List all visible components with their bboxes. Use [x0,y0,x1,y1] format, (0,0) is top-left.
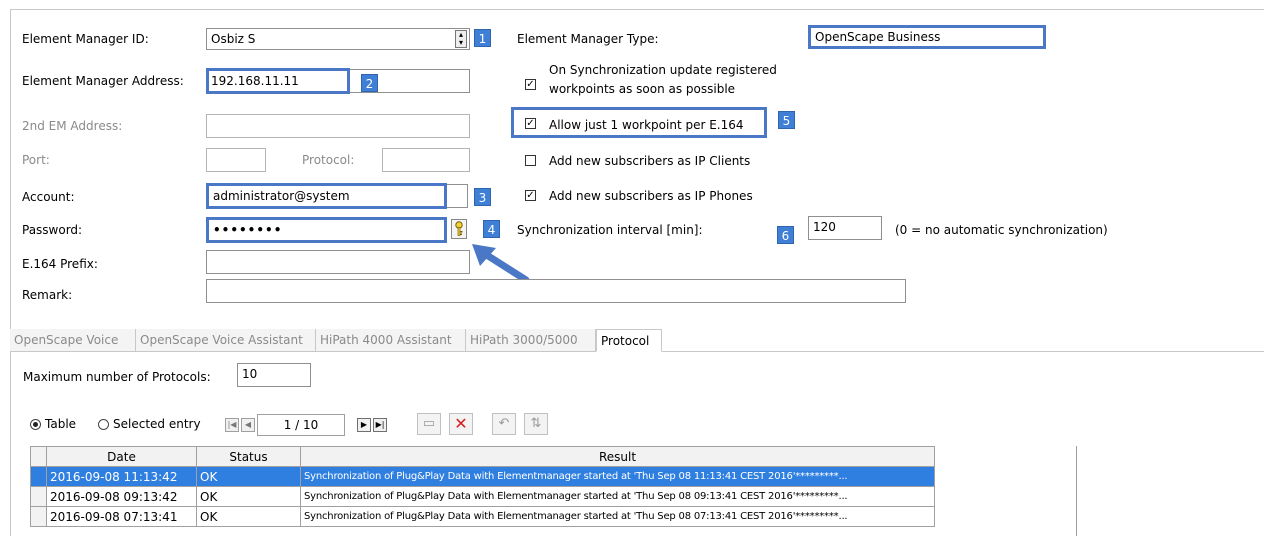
last-page-icon[interactable]: ▶| [373,418,387,432]
em-type-label: Element Manager Type: [517,32,659,46]
sync-interval-value: 120 [813,220,836,234]
prefix-label: E.164 Prefix: [22,257,98,271]
em-address-value: 192.168.11.11 [211,74,299,88]
sync-interval-hint: (0 = no automatic synchronization) [895,223,1108,237]
port-field[interactable] [206,148,266,172]
max-protocols-value: 10 [242,367,258,381]
row-gutter[interactable] [30,486,47,507]
sync-update-checkbox[interactable]: ✓ [525,79,536,90]
dropdown-icon[interactable]: ▴ ▾ [455,30,467,48]
sort-icon[interactable]: ⇅ [524,413,548,435]
account-value: administrator@system [213,189,350,203]
account-label: Account: [22,190,75,204]
badge-4: 4 [483,220,500,238]
first-page-icon[interactable]: |◀ [225,418,239,432]
table-header-row: Date Status Result [30,446,935,467]
em-type-value: OpenScape Business [815,30,941,44]
account-highlight: administrator@system [206,183,447,209]
em-id-value: Osbiz S [211,32,256,46]
max-protocols-field[interactable]: 10 [237,363,311,387]
port-label: Port: [22,153,50,167]
cell-date: 2016-09-08 11:13:42 [46,466,197,487]
cell-status: OK [196,506,301,527]
tab-bar: OpenScape Voice OpenScape Voice Assistan… [10,329,1264,352]
ip-clients-label: Add new subscribers as IP Clients [549,154,751,168]
sync-interval-label: Synchronization interval [min]: [517,223,703,237]
second-address-field[interactable] [206,114,470,138]
cell-date: 2016-09-08 07:13:41 [46,506,197,527]
badge-1: 1 [474,29,491,47]
em-id-label: Element Manager ID: [22,32,149,46]
col-header-date[interactable]: Date [46,446,197,467]
max-protocols-label: Maximum number of Protocols: [23,370,211,384]
cell-result: Synchronization of Plug&Play Data with E… [300,486,935,507]
radio-selected-entry[interactable] [98,419,109,430]
cell-status: OK [196,486,301,507]
col-header-result[interactable]: Result [300,446,935,467]
radio-selected-label: Selected entry [113,417,201,431]
tab-hipath-4000-assistant[interactable]: HiPath 4000 Assistant [316,329,466,351]
cell-status: OK [196,466,301,487]
frame-left-border [10,9,11,536]
cell-result: Synchronization of Plug&Play Data with E… [300,506,935,527]
em-type-field[interactable]: OpenScape Business [808,25,1046,49]
tab-hipath-3000-5000[interactable]: HiPath 3000/5000 [466,329,596,351]
password-highlight: •••••••• [206,217,447,243]
row-gutter[interactable] [30,466,47,487]
radio-table-label: Table [45,417,77,431]
password-value: •••••••• [213,223,283,237]
sync-update-label-1: On Synchronization update registered [549,63,777,77]
protocol-table: Date Status Result 2016-09-08 11:13:42 O… [30,446,935,527]
badge-3: 3 [474,188,491,206]
page-indicator[interactable]: 1 / 10 [257,414,345,436]
prev-page-icon[interactable]: ◀ [241,418,255,432]
protocol-field[interactable] [382,148,470,172]
allow-one-checkbox[interactable]: ✓ [525,118,536,129]
table-row[interactable]: 2016-09-08 11:13:42 OK Synchronization o… [30,466,935,487]
tab-openscape-voice-assistant[interactable]: OpenScape Voice Assistant [136,329,316,351]
radio-table[interactable] [30,419,41,430]
ip-phones-label: Add new subscribers as IP Phones [549,189,753,203]
sync-interval-field[interactable]: 120 [808,216,882,240]
row-gutter[interactable] [30,506,47,527]
remark-field[interactable] [206,279,906,303]
tab-protocol[interactable]: Protocol [596,329,662,352]
cell-result: Synchronization of Plug&Play Data with E… [300,466,935,487]
table-row[interactable]: 2016-09-08 09:13:42 OK Synchronization o… [30,486,935,507]
table-gutter-header [30,446,47,467]
badge-6: 6 [777,226,794,244]
col-header-status[interactable]: Status [196,446,301,467]
tab-openscape-voice[interactable]: OpenScape Voice [10,329,136,351]
badge-2: 2 [361,74,378,92]
next-page-icon[interactable]: ▶ [357,418,371,432]
allow-one-label: Allow just 1 workpoint per E.164 [549,118,744,132]
protocol-label: Protocol: [302,153,355,167]
ip-clients-checkbox[interactable] [525,155,536,166]
frame-top-border [10,9,1264,10]
prefix-field[interactable] [206,250,470,274]
second-address-label: 2nd EM Address: [22,119,123,133]
table-row[interactable]: 2016-09-08 07:13:41 OK Synchronization o… [30,506,935,527]
remark-label: Remark: [22,288,73,302]
badge-5: 5 [778,111,795,129]
em-address-highlight: 192.168.11.11 [206,68,350,94]
em-id-select[interactable]: Osbiz S [206,28,470,50]
ip-phones-checkbox[interactable]: ✓ [525,190,536,201]
sync-update-label-2: workpoints as soon as possible [549,82,736,96]
em-address-label: Element Manager Address: [22,74,184,88]
password-label: Password: [22,223,83,237]
delete-icon[interactable]: ✕ [449,413,473,435]
undo-icon[interactable]: ↶ [492,413,516,435]
key-icon[interactable] [451,219,467,239]
cell-date: 2016-09-08 09:13:42 [46,486,197,507]
table-right-border [1076,446,1077,536]
save-icon[interactable]: ▭ [417,413,441,435]
